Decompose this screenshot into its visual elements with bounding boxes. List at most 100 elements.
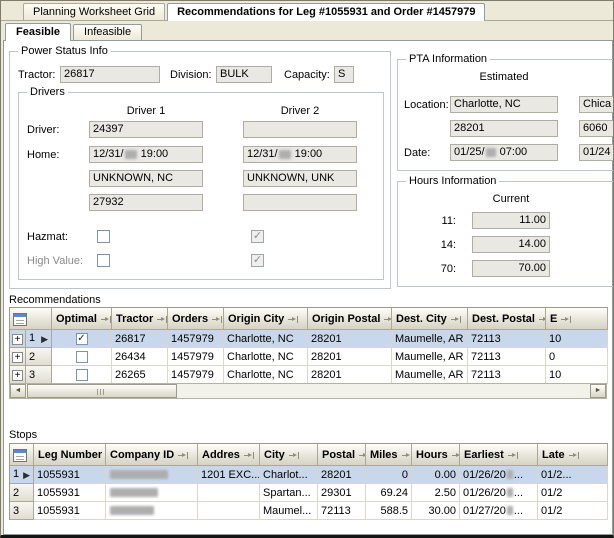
hours-70-field[interactable]: 70.00 <box>472 260 550 277</box>
grid-cell[interactable] <box>198 484 260 502</box>
column-pin-icon[interactable] <box>288 315 299 324</box>
optimal-checkbox[interactable]: ✓ <box>76 333 88 345</box>
column-pin-icon[interactable] <box>178 451 189 460</box>
grid-cell[interactable]: 1201 EXC... <box>198 466 260 484</box>
grid-cell[interactable] <box>106 466 198 484</box>
tractor-field[interactable]: 26817 <box>60 66 160 83</box>
row-header-2[interactable]: 2 <box>10 484 34 502</box>
grid-cell[interactable]: 01/2... <box>538 466 608 484</box>
grid-cell[interactable]: 28201 <box>308 348 392 366</box>
driver2-home-location-field[interactable]: UNKNOWN, UNK <box>243 170 357 187</box>
pta-date-second-field[interactable]: 01/24 <box>579 144 614 161</box>
grid-cell[interactable]: 30.00 <box>412 502 460 520</box>
grid-options-button[interactable] <box>10 444 34 466</box>
pta-location-second-field[interactable]: Chica <box>579 96 614 113</box>
column-pin-icon[interactable] <box>539 315 546 324</box>
recommendations-hscrollbar[interactable]: ◄ ► <box>9 383 607 399</box>
grid-cell[interactable]: 26434 <box>112 348 168 366</box>
grid-cell[interactable]: 01/26/20... <box>460 466 538 484</box>
scrollbar-thumb[interactable] <box>27 384 177 398</box>
recommendation-row-1[interactable]: +1▶ ✓ 268171457979Charlotte, NC28201Maumel… <box>10 330 608 348</box>
grid-cell[interactable]: 1055931 <box>34 502 106 520</box>
grid-cell[interactable]: 588.5 <box>366 502 412 520</box>
column-header-orders[interactable]: Orders <box>168 308 224 330</box>
stop-row-1[interactable]: 1▶10559311201 EXC...Charlot...2820100.00… <box>10 466 608 484</box>
recommendation-row-2[interactable]: +2264341457979Charlotte, NC28201Maumelle… <box>10 348 608 366</box>
grid-cell[interactable]: 10 <box>546 330 608 348</box>
driver2-home-postal-field[interactable] <box>243 194 357 211</box>
grid-cell[interactable]: Maumel... <box>260 502 318 520</box>
grid-cell[interactable]: Charlotte, NC <box>224 348 308 366</box>
stop-row-2[interactable]: 21055931Spartan...2930169.242.5001/26/20… <box>10 484 608 502</box>
grid-cell[interactable]: Maumelle, AR <box>392 330 468 348</box>
tab-feasible[interactable]: Feasible <box>5 23 71 41</box>
grid-cell[interactable]: Maumelle, AR <box>392 366 468 384</box>
grid-cell[interactable]: 28201 <box>318 466 366 484</box>
grid-cell[interactable]: 28201 <box>308 366 392 384</box>
grid-cell[interactable]: 69.24 <box>366 484 412 502</box>
column-header-e[interactable]: E <box>546 308 608 330</box>
grid-cell[interactable]: 28201 <box>308 330 392 348</box>
grid-cell[interactable]: 01/27/20... <box>460 502 538 520</box>
column-header-late[interactable]: Late <box>538 444 608 466</box>
grid-cell[interactable]: 72113 <box>468 330 546 348</box>
pta-location-estimated-field[interactable]: Charlotte, NC <box>450 96 558 113</box>
pta-date-estimated-field[interactable]: 01/25/ 07:00 <box>450 144 558 161</box>
column-header-optimal[interactable]: Optimal <box>52 308 112 330</box>
column-pin-icon[interactable] <box>561 315 572 324</box>
driver1-home-postal-field[interactable]: 27932 <box>89 194 203 211</box>
grid-cell[interactable]: 1055931 <box>34 484 106 502</box>
column-pin-icon[interactable] <box>452 451 460 460</box>
expand-row-button[interactable]: + <box>12 334 23 345</box>
driver1-home-time-field[interactable]: 12/31/ 19:00 <box>89 146 203 163</box>
expand-row-button[interactable]: + <box>12 370 23 381</box>
column-header-company-id[interactable]: Company ID <box>106 444 198 466</box>
grid-cell[interactable]: 2.50 <box>412 484 460 502</box>
column-pin-icon[interactable] <box>157 315 168 324</box>
scroll-right-button[interactable]: ► <box>590 384 606 398</box>
tab-infeasible[interactable]: Infeasible <box>73 24 142 40</box>
grid-cell[interactable]: Charlotte, NC <box>224 366 308 384</box>
driver1-home-location-field[interactable]: UNKNOWN, NC <box>89 170 203 187</box>
tab-recommendations-for-leg-and-order[interactable]: Recommendations for Leg #1055931 and Ord… <box>167 3 485 21</box>
grid-cell[interactable]: 26265 <box>112 366 168 384</box>
driver2-home-time-field[interactable]: 12/31/ 19:00 <box>243 146 357 163</box>
tab-planning-worksheet-grid[interactable]: Planning Worksheet Grid <box>23 3 165 20</box>
grid-cell[interactable]: 26817 <box>112 330 168 348</box>
column-header-addres[interactable]: Addres <box>198 444 260 466</box>
column-header-hours[interactable]: Hours <box>412 444 460 466</box>
column-header-city[interactable]: City <box>260 444 318 466</box>
column-header-postal[interactable]: Postal <box>318 444 366 466</box>
grid-cell[interactable]: Charlotte, NC <box>224 330 308 348</box>
column-header-leg-number[interactable]: Leg Number <box>34 444 106 466</box>
grid-cell[interactable] <box>106 502 198 520</box>
column-pin-icon[interactable] <box>384 315 392 324</box>
column-header-tractor[interactable]: Tractor <box>112 308 168 330</box>
grid-cell[interactable]: 1457979 <box>168 348 224 366</box>
grid-cell[interactable]: 01/2 <box>538 484 608 502</box>
division-field[interactable]: BULK <box>216 66 272 83</box>
grid-cell[interactable]: Spartan... <box>260 484 318 502</box>
grid-cell[interactable]: Charlot... <box>260 466 318 484</box>
pta-postal-estimated-field[interactable]: 28201 <box>450 120 558 137</box>
column-pin-icon[interactable] <box>451 315 462 324</box>
row-header-2[interactable]: 2 <box>26 348 52 366</box>
column-header-origin-postal[interactable]: Origin Postal <box>308 308 392 330</box>
grid-cell[interactable] <box>198 502 260 520</box>
grid-cell[interactable]: 72113 <box>318 502 366 520</box>
driver1-high-value-checkbox[interactable] <box>97 254 110 267</box>
column-pin-icon[interactable] <box>359 451 366 460</box>
hours-11-field[interactable]: 11.00 <box>472 212 550 229</box>
column-pin-icon[interactable] <box>244 451 255 460</box>
row-header-1[interactable]: 1▶ <box>10 466 34 484</box>
grid-options-button[interactable] <box>10 308 52 330</box>
row-header-1[interactable]: 1▶ <box>26 330 52 348</box>
grid-cell[interactable]: 0.00 <box>412 466 460 484</box>
grid-cell[interactable] <box>106 484 198 502</box>
recommendation-row-3[interactable]: +3262651457979Charlotte, NC28201Maumelle… <box>10 366 608 384</box>
grid-cell[interactable]: 72113 <box>468 366 546 384</box>
column-header-earliest[interactable]: Earliest <box>460 444 538 466</box>
column-pin-icon[interactable] <box>101 315 112 324</box>
grid-cell[interactable]: 1457979 <box>168 330 224 348</box>
pta-postal-second-field[interactable]: 6060 <box>579 120 614 137</box>
